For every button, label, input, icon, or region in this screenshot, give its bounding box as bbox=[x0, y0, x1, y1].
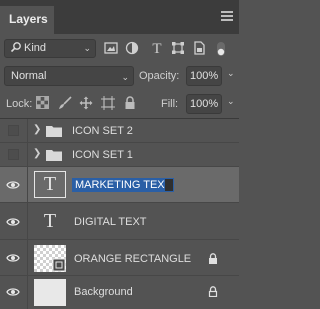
chevron-down-icon[interactable]: ⌄ bbox=[227, 68, 235, 79]
eye-icon[interactable] bbox=[6, 253, 20, 263]
folder-icon bbox=[46, 126, 62, 137]
blend-row: Normal ⌄ Opacity: 100% ⌄ bbox=[0, 63, 239, 89]
lock-all-icon[interactable] bbox=[124, 96, 138, 110]
text-layer-thumbnail[interactable]: T bbox=[34, 171, 66, 198]
background-layer-thumbnail[interactable] bbox=[34, 279, 66, 306]
lock-image-icon[interactable] bbox=[58, 96, 72, 110]
layer-name: ICON SET 2 bbox=[72, 125, 133, 137]
chevron-down-icon: ⌄ bbox=[121, 72, 129, 82]
pixel-filter-icon[interactable] bbox=[104, 41, 120, 57]
filter-toggle-switch[interactable] bbox=[216, 41, 228, 57]
adjustment-filter-icon[interactable] bbox=[125, 41, 141, 57]
layer-row-orange-rectangle[interactable]: ORANGE RECTANGLE bbox=[0, 240, 239, 276]
smart-object-filter-icon[interactable] bbox=[192, 41, 208, 57]
lock-label: Lock: bbox=[6, 98, 33, 110]
layer-name: ORANGE RECTANGLE bbox=[74, 253, 192, 265]
visibility-toggle-off[interactable] bbox=[8, 125, 19, 136]
lock-position-icon[interactable] bbox=[79, 96, 93, 110]
lock-transparent-icon[interactable] bbox=[36, 96, 50, 110]
chevron-right-icon[interactable]: ❯ bbox=[33, 124, 41, 135]
text-cursor bbox=[165, 179, 173, 191]
blend-mode-select[interactable]: Normal ⌄ bbox=[4, 66, 134, 86]
fill-input[interactable]: 100% bbox=[186, 94, 222, 114]
fill-label: Fill: bbox=[161, 98, 179, 110]
visibility-toggle-off[interactable] bbox=[8, 149, 19, 160]
lock-artboard-icon[interactable] bbox=[101, 96, 115, 110]
tab-layers[interactable]: Layers bbox=[0, 6, 54, 34]
opacity-input[interactable]: 100% bbox=[186, 66, 222, 86]
eye-icon[interactable] bbox=[6, 180, 20, 190]
eye-icon[interactable] bbox=[6, 287, 20, 297]
layer-row-icon-set-1[interactable]: ❯ ICON SET 1 bbox=[0, 143, 239, 167]
layer-name: ICON SET 1 bbox=[72, 149, 133, 161]
lock-icon bbox=[208, 286, 218, 297]
filter-row: Kind ⌄ T bbox=[0, 36, 239, 61]
layer-name-edit-field[interactable]: MARKETING TEXT bbox=[72, 178, 175, 192]
layer-name: DIGITAL TEXT bbox=[74, 216, 147, 228]
search-icon bbox=[10, 40, 24, 57]
layer-name: Background bbox=[74, 286, 133, 298]
text-layer-thumbnail[interactable]: T bbox=[34, 208, 66, 235]
opacity-label: Opacity: bbox=[139, 70, 180, 82]
lock-icon bbox=[209, 253, 217, 264]
chevron-right-icon[interactable]: ❯ bbox=[33, 148, 41, 159]
layer-row-background[interactable]: Background bbox=[0, 276, 239, 309]
shape-filter-icon[interactable] bbox=[171, 41, 187, 57]
layer-row-marketing-text[interactable]: T MARKETING TEXT bbox=[0, 167, 239, 203]
shape-layer-thumbnail[interactable] bbox=[34, 245, 66, 272]
kind-filter-select[interactable]: Kind ⌄ bbox=[4, 39, 96, 58]
kind-filter-label: Kind bbox=[24, 42, 47, 54]
hamburger-menu-icon[interactable] bbox=[221, 11, 233, 21]
panel-tab-bar: Layers bbox=[0, 0, 239, 34]
folder-icon bbox=[46, 150, 62, 161]
layer-row-digital-text[interactable]: T DIGITAL TEXT bbox=[0, 203, 239, 240]
chevron-down-icon[interactable]: ⌄ bbox=[227, 96, 235, 107]
type-filter-icon[interactable]: T bbox=[149, 41, 165, 57]
chevron-down-icon: ⌄ bbox=[83, 43, 91, 53]
layer-row-icon-set-2[interactable]: ❯ ICON SET 2 bbox=[0, 119, 239, 143]
eye-icon[interactable] bbox=[6, 217, 20, 227]
blend-mode-value: Normal bbox=[11, 70, 47, 82]
